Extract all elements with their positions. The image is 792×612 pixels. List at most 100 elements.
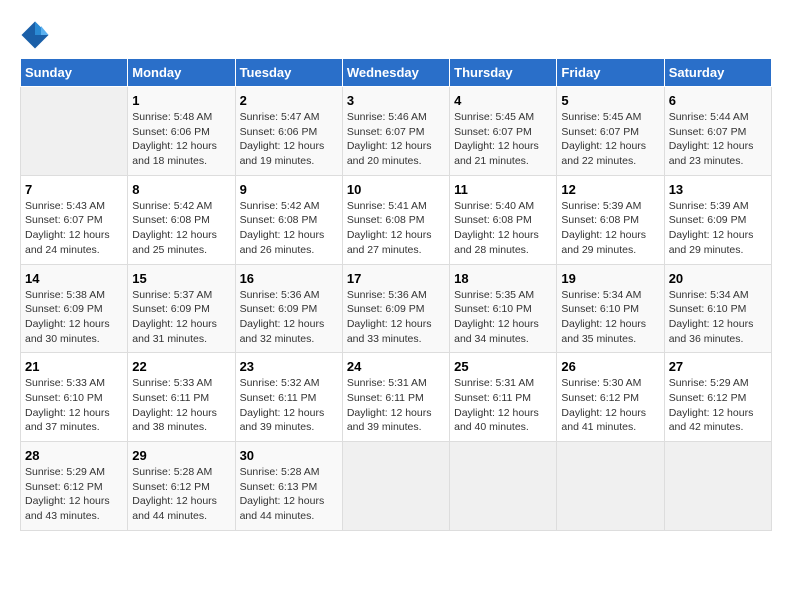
calendar-week-3: 14 Sunrise: 5:38 AM Sunset: 6:09 PM Dayli… xyxy=(21,264,772,353)
calendar-cell: 13Sunrise: 5:39 AM Sunset: 6:09 PM Dayli… xyxy=(664,175,771,264)
day-header-sunday: Sunday xyxy=(21,59,128,87)
calendar-cell: 8 Sunrise: 5:42 AM Sunset: 6:08 PM Daylig… xyxy=(128,175,235,264)
calendar-cell: 11 Sunrise: 5:40 AM Sunset: 6:08 PM Dayli… xyxy=(450,175,557,264)
day-number: 21 xyxy=(25,359,123,374)
logo xyxy=(20,20,54,50)
day-info: Sunrise: 5:29 AM Sunset: 6:12 PM Dayligh… xyxy=(669,376,767,435)
calendar-cell: 22 Sunrise: 5:33 AM Sunset: 6:11 PM Dayli… xyxy=(128,353,235,442)
calendar-cell xyxy=(450,442,557,531)
day-info: Sunrise: 5:48 AM Sunset: 6:06 PM Dayligh… xyxy=(132,110,230,169)
calendar-cell: 2 Sunrise: 5:47 AM Sunset: 6:06 PM Daylig… xyxy=(235,87,342,176)
day-info: Sunrise: 5:31 AM Sunset: 6:11 PM Dayligh… xyxy=(347,376,445,435)
day-number: 28 xyxy=(25,448,123,463)
day-number: 15 xyxy=(132,271,230,286)
day-info: Sunrise: 5:40 AM Sunset: 6:08 PM Dayligh… xyxy=(454,199,552,258)
calendar-cell xyxy=(557,442,664,531)
day-info: Sunrise: 5:42 AM Sunset: 6:08 PM Dayligh… xyxy=(240,199,338,258)
day-info: Sunrise: 5:34 AM Sunset: 6:10 PM Dayligh… xyxy=(669,288,767,347)
calendar-cell: 3 Sunrise: 5:46 AM Sunset: 6:07 PM Daylig… xyxy=(342,87,449,176)
day-header-tuesday: Tuesday xyxy=(235,59,342,87)
day-info: Sunrise: 5:44 AM Sunset: 6:07 PM Dayligh… xyxy=(669,110,767,169)
day-info: Sunrise: 5:41 AM Sunset: 6:08 PM Dayligh… xyxy=(347,199,445,258)
day-info: Sunrise: 5:36 AM Sunset: 6:09 PM Dayligh… xyxy=(240,288,338,347)
day-info: Sunrise: 5:39 AM Sunset: 6:08 PM Dayligh… xyxy=(561,199,659,258)
calendar-cell: 4Sunrise: 5:45 AM Sunset: 6:07 PM Daylig… xyxy=(450,87,557,176)
day-number: 16 xyxy=(240,271,338,286)
day-info: Sunrise: 5:43 AM Sunset: 6:07 PM Dayligh… xyxy=(25,199,123,258)
day-header-saturday: Saturday xyxy=(664,59,771,87)
day-number: 7 xyxy=(25,182,123,197)
day-number: 26 xyxy=(561,359,659,374)
day-number: 27 xyxy=(669,359,767,374)
calendar-cell: 28 Sunrise: 5:29 AM Sunset: 6:12 PM Dayli… xyxy=(21,442,128,531)
calendar-cell: 19Sunrise: 5:34 AM Sunset: 6:10 PM Dayli… xyxy=(557,264,664,353)
calendar-week-2: 7 Sunrise: 5:43 AM Sunset: 6:07 PM Daylig… xyxy=(21,175,772,264)
day-header-wednesday: Wednesday xyxy=(342,59,449,87)
day-number: 18 xyxy=(454,271,552,286)
calendar-cell xyxy=(342,442,449,531)
calendar-cell: 25Sunrise: 5:31 AM Sunset: 6:11 PM Dayli… xyxy=(450,353,557,442)
day-header-monday: Monday xyxy=(128,59,235,87)
day-number: 30 xyxy=(240,448,338,463)
calendar-cell: 15 Sunrise: 5:37 AM Sunset: 6:09 PM Dayli… xyxy=(128,264,235,353)
day-header-thursday: Thursday xyxy=(450,59,557,87)
day-number: 13 xyxy=(669,182,767,197)
day-info: Sunrise: 5:31 AM Sunset: 6:11 PM Dayligh… xyxy=(454,376,552,435)
calendar-cell: 16 Sunrise: 5:36 AM Sunset: 6:09 PM Dayli… xyxy=(235,264,342,353)
calendar-cell: 26 Sunrise: 5:30 AM Sunset: 6:12 PM Dayli… xyxy=(557,353,664,442)
calendar-cell: 1Sunrise: 5:48 AM Sunset: 6:06 PM Daylig… xyxy=(128,87,235,176)
day-number: 14 xyxy=(25,271,123,286)
calendar-week-1: 1Sunrise: 5:48 AM Sunset: 6:06 PM Daylig… xyxy=(21,87,772,176)
calendar-cell: 24 Sunrise: 5:31 AM Sunset: 6:11 PM Dayli… xyxy=(342,353,449,442)
page-header xyxy=(20,20,772,50)
calendar-cell: 21 Sunrise: 5:33 AM Sunset: 6:10 PM Dayli… xyxy=(21,353,128,442)
day-info: Sunrise: 5:35 AM Sunset: 6:10 PM Dayligh… xyxy=(454,288,552,347)
day-info: Sunrise: 5:37 AM Sunset: 6:09 PM Dayligh… xyxy=(132,288,230,347)
day-info: Sunrise: 5:28 AM Sunset: 6:12 PM Dayligh… xyxy=(132,465,230,524)
day-header-friday: Friday xyxy=(557,59,664,87)
calendar-cell: 5Sunrise: 5:45 AM Sunset: 6:07 PM Daylig… xyxy=(557,87,664,176)
day-info: Sunrise: 5:42 AM Sunset: 6:08 PM Dayligh… xyxy=(132,199,230,258)
day-info: Sunrise: 5:45 AM Sunset: 6:07 PM Dayligh… xyxy=(561,110,659,169)
calendar-cell: 10Sunrise: 5:41 AM Sunset: 6:08 PM Dayli… xyxy=(342,175,449,264)
day-number: 12 xyxy=(561,182,659,197)
day-info: Sunrise: 5:34 AM Sunset: 6:10 PM Dayligh… xyxy=(561,288,659,347)
calendar-cell: 12 Sunrise: 5:39 AM Sunset: 6:08 PM Dayli… xyxy=(557,175,664,264)
day-number: 8 xyxy=(132,182,230,197)
calendar-table: SundayMondayTuesdayWednesdayThursdayFrid… xyxy=(20,58,772,531)
day-number: 3 xyxy=(347,93,445,108)
day-info: Sunrise: 5:33 AM Sunset: 6:10 PM Dayligh… xyxy=(25,376,123,435)
calendar-cell xyxy=(664,442,771,531)
calendar-cell xyxy=(21,87,128,176)
day-number: 29 xyxy=(132,448,230,463)
day-number: 22 xyxy=(132,359,230,374)
day-info: Sunrise: 5:38 AM Sunset: 6:09 PM Dayligh… xyxy=(25,288,123,347)
day-number: 2 xyxy=(240,93,338,108)
day-number: 17 xyxy=(347,271,445,286)
calendar-week-5: 28 Sunrise: 5:29 AM Sunset: 6:12 PM Dayli… xyxy=(21,442,772,531)
calendar-cell: 29 Sunrise: 5:28 AM Sunset: 6:12 PM Dayli… xyxy=(128,442,235,531)
calendar-cell: 9 Sunrise: 5:42 AM Sunset: 6:08 PM Daylig… xyxy=(235,175,342,264)
day-number: 20 xyxy=(669,271,767,286)
day-info: Sunrise: 5:33 AM Sunset: 6:11 PM Dayligh… xyxy=(132,376,230,435)
calendar-cell: 20 Sunrise: 5:34 AM Sunset: 6:10 PM Dayli… xyxy=(664,264,771,353)
calendar-header-row: SundayMondayTuesdayWednesdayThursdayFrid… xyxy=(21,59,772,87)
day-info: Sunrise: 5:45 AM Sunset: 6:07 PM Dayligh… xyxy=(454,110,552,169)
day-info: Sunrise: 5:46 AM Sunset: 6:07 PM Dayligh… xyxy=(347,110,445,169)
day-info: Sunrise: 5:30 AM Sunset: 6:12 PM Dayligh… xyxy=(561,376,659,435)
calendar-cell: 30Sunrise: 5:28 AM Sunset: 6:13 PM Dayli… xyxy=(235,442,342,531)
day-number: 24 xyxy=(347,359,445,374)
calendar-week-4: 21 Sunrise: 5:33 AM Sunset: 6:10 PM Dayli… xyxy=(21,353,772,442)
day-number: 9 xyxy=(240,182,338,197)
day-number: 11 xyxy=(454,182,552,197)
calendar-cell: 18 Sunrise: 5:35 AM Sunset: 6:10 PM Dayli… xyxy=(450,264,557,353)
calendar-cell: 6Sunrise: 5:44 AM Sunset: 6:07 PM Daylig… xyxy=(664,87,771,176)
day-info: Sunrise: 5:47 AM Sunset: 6:06 PM Dayligh… xyxy=(240,110,338,169)
calendar-cell: 23Sunrise: 5:32 AM Sunset: 6:11 PM Dayli… xyxy=(235,353,342,442)
calendar-cell: 7 Sunrise: 5:43 AM Sunset: 6:07 PM Daylig… xyxy=(21,175,128,264)
day-info: Sunrise: 5:32 AM Sunset: 6:11 PM Dayligh… xyxy=(240,376,338,435)
day-info: Sunrise: 5:36 AM Sunset: 6:09 PM Dayligh… xyxy=(347,288,445,347)
calendar-cell: 17 Sunrise: 5:36 AM Sunset: 6:09 PM Dayli… xyxy=(342,264,449,353)
day-info: Sunrise: 5:29 AM Sunset: 6:12 PM Dayligh… xyxy=(25,465,123,524)
logo-icon xyxy=(20,20,50,50)
